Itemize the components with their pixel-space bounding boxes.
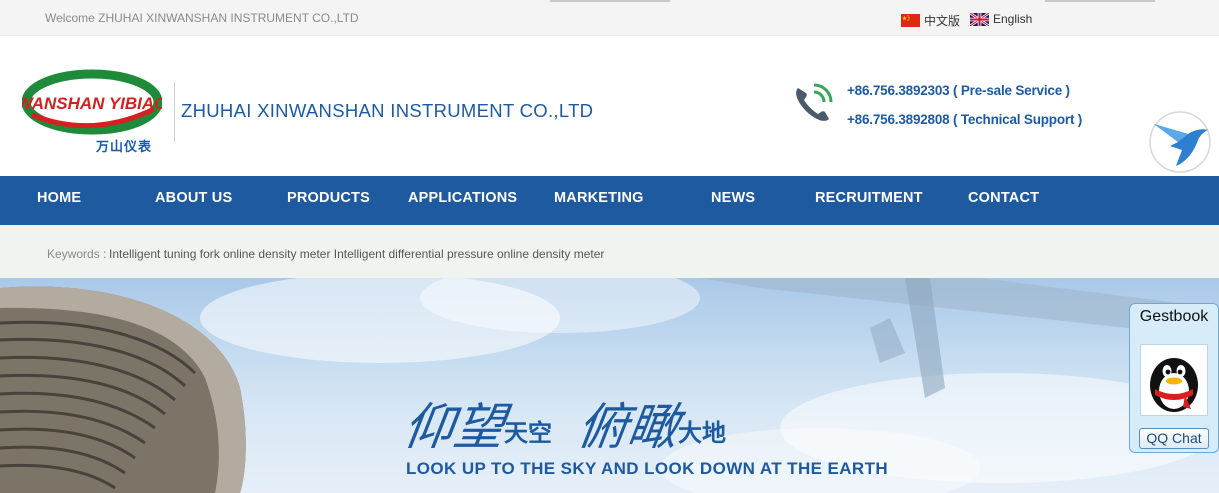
nav-home[interactable]: HOME bbox=[37, 190, 81, 206]
keywords-bar: Keywords : Intelligent tuning fork onlin… bbox=[0, 225, 1219, 278]
qq-penguin-icon bbox=[1150, 358, 1198, 412]
logo-text: WANSHAN YIBIAO bbox=[22, 94, 162, 113]
china-flag-icon bbox=[901, 14, 920, 27]
language-label: 中文版 bbox=[924, 14, 961, 28]
presale-phone: +86.756.3892303 ( Pre-sale Service ) bbox=[847, 83, 1070, 98]
header-divider bbox=[174, 82, 175, 142]
qq-avatar bbox=[1140, 344, 1208, 416]
qq-widget-title: Gestbook bbox=[1139, 308, 1209, 325]
qq-chat-widget: Gestbook QQ Chat bbox=[1129, 303, 1219, 453]
welcome-text: Welcome ZHUHAI XINWANSHAN INSTRUMENT CO.… bbox=[45, 11, 359, 25]
nav-contact[interactable]: CONTACT bbox=[968, 190, 1039, 206]
phone-icon bbox=[796, 83, 833, 121]
site-header: WANSHAN YIBIAO 万山仪表 ZHUHAI XINWANSHAN IN… bbox=[0, 36, 1219, 176]
language-label: English bbox=[993, 12, 1033, 26]
nav-applications[interactable]: APPLICATIONS bbox=[408, 190, 517, 206]
nav-news[interactable]: NEWS bbox=[711, 190, 755, 206]
nav-recruitment[interactable]: RECRUITMENT bbox=[815, 190, 923, 206]
nav-marketing[interactable]: MARKETING bbox=[554, 190, 644, 206]
support-phone: +86.756.3892808 ( Technical Support ) bbox=[847, 112, 1083, 127]
keywords-link[interactable]: Intelligent tuning fork online density m… bbox=[109, 247, 604, 261]
nav-products[interactable]: PRODUCTS bbox=[287, 190, 370, 206]
language-link-english[interactable]: English bbox=[970, 12, 1032, 26]
qq-chat-button[interactable]: QQ Chat bbox=[1139, 428, 1209, 449]
bird-logo-icon[interactable] bbox=[1148, 110, 1212, 174]
company-logo[interactable]: WANSHAN YIBIAO 万山仪表 bbox=[17, 69, 167, 157]
slogan-calligraphy: 仰望 bbox=[399, 398, 509, 456]
slogan-chinese-text: 天空 bbox=[504, 419, 552, 447]
top-divider-line bbox=[550, 0, 670, 2]
hero-banner: 仰望 天空 俯瞰 大地 LOOK UP TO THE SKY AND LOOK … bbox=[0, 278, 1219, 493]
nav-about-us[interactable]: ABOUT US bbox=[155, 190, 232, 206]
slogan-chinese: 仰望 天空 俯瞰 大地 bbox=[400, 386, 752, 456]
uk-flag-icon bbox=[970, 12, 989, 26]
top-divider-line bbox=[1045, 0, 1155, 2]
slogan-chinese-text: 大地 bbox=[678, 419, 726, 447]
main-nav: HOME ABOUT US PRODUCTS APPLICATIONS MARK… bbox=[0, 176, 1219, 225]
logo-chinese-name: 万山仪表 bbox=[96, 140, 153, 155]
slogan-calligraphy: 俯瞰 bbox=[573, 398, 683, 456]
company-name: ZHUHAI XINWANSHAN INSTRUMENT CO.,LTD bbox=[181, 100, 594, 121]
keywords-label: Keywords : bbox=[47, 247, 107, 261]
language-link-chinese[interactable]: 中文版 bbox=[901, 12, 960, 29]
slogan-english: LOOK UP TO THE SKY AND LOOK DOWN AT THE … bbox=[406, 459, 889, 478]
logo-mark-icon: WANSHAN YIBIAO bbox=[17, 69, 167, 135]
top-bar: Welcome ZHUHAI XINWANSHAN INSTRUMENT CO.… bbox=[0, 0, 1219, 36]
